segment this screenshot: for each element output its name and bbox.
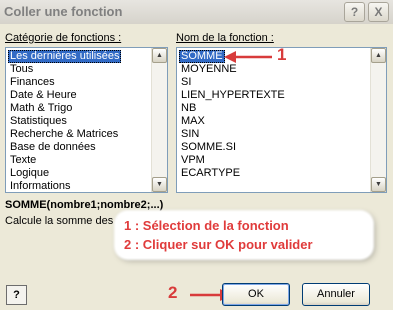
annotation-arrows <box>190 51 272 301</box>
arrow-1-head <box>224 51 236 63</box>
annotation-line-1: 1 : Sélection de la fonction <box>124 218 289 233</box>
help-question-icon[interactable]: ? <box>6 285 27 305</box>
annotation-marker-2: 2 <box>168 283 178 302</box>
annotation-callout: 1 : Sélection de la fonction 2 : Cliquer… <box>116 212 372 258</box>
paste-function-dialog: Coller une fonction ? X Catégorie de fon… <box>0 0 393 310</box>
annotation-marker-1: 1 <box>277 45 287 64</box>
annotation-line-2: 2 : Cliquer sur OK pour valider <box>124 237 313 252</box>
cancel-button[interactable]: Annuler <box>302 283 370 306</box>
ok-button[interactable]: OK <box>222 283 290 306</box>
